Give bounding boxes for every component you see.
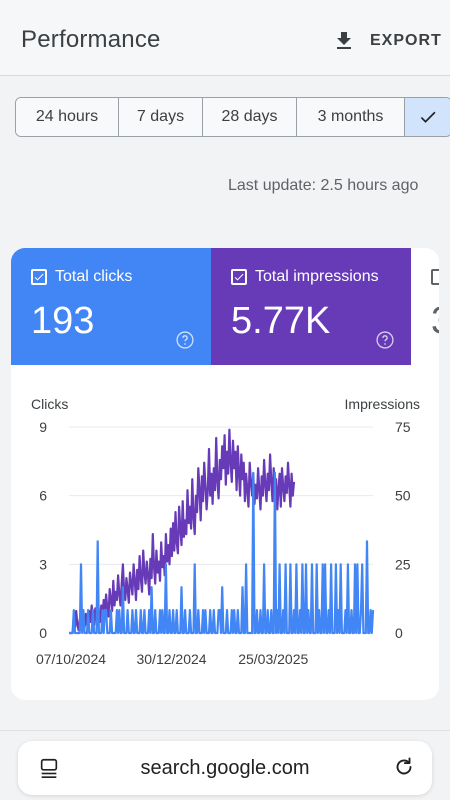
clicks-checkbox[interactable] (31, 269, 47, 285)
performance-card: Total clicks 193 Total impressions 5.77K… (11, 248, 439, 700)
right-tick-label: 75 (395, 419, 411, 435)
impressions-checkbox[interactable] (231, 269, 247, 285)
range-24-hours[interactable]: 24 hours (16, 98, 119, 136)
metric-value: 193 (31, 300, 95, 342)
x-tick-label: 25/03/2025 (238, 651, 308, 667)
browser-url-bar[interactable]: search.google.com (18, 741, 432, 795)
left-tick-label: 3 (39, 556, 47, 572)
check-icon (34, 273, 44, 281)
left-axis-label: Clicks (31, 396, 68, 412)
date-range-selector: 24 hours 7 days 28 days 3 months (15, 97, 450, 137)
metric-label: Total clicks (55, 268, 133, 285)
help-icon[interactable] (175, 330, 195, 350)
x-tick-label: 30/12/2024 (136, 651, 206, 667)
export-label: EXPORT (370, 32, 442, 49)
range-custom-selected[interactable] (405, 98, 450, 136)
last-update-text: Last update: 2.5 hours ago (228, 177, 419, 194)
metric-value: 3 (431, 300, 439, 343)
left-tick-label: 9 (39, 419, 47, 435)
series-line-clicks (69, 471, 375, 635)
download-icon (337, 32, 351, 49)
left-tick-label: 0 (39, 625, 47, 641)
metric-total-impressions[interactable]: Total impressions 5.77K (211, 248, 411, 365)
metric-label: Total impressions (255, 268, 379, 285)
app-header: Performance EXPORT (0, 0, 450, 76)
x-tick-label: 07/10/2024 (36, 651, 106, 667)
range-28-days[interactable]: 28 days (203, 98, 297, 136)
range-3-months[interactable]: 3 months (297, 98, 405, 136)
divider (0, 730, 450, 731)
metric-value: 5.77K (231, 300, 331, 342)
right-tick-label: 25 (395, 556, 411, 572)
url-text[interactable]: search.google.com (18, 757, 432, 780)
range-7-days[interactable]: 7 days (119, 98, 203, 136)
right-axis-label: Impressions (345, 396, 420, 412)
check-icon (234, 273, 244, 281)
check-icon (420, 111, 436, 123)
performance-chart: Clicks Impressions 9 75 6 50 3 25 0 0 07/10/2024 30… (31, 396, 420, 667)
right-tick-label: 50 (395, 488, 411, 504)
next-metric-checkbox[interactable] (431, 269, 439, 285)
page-title: Performance (21, 26, 161, 53)
help-icon[interactable] (375, 330, 395, 350)
reload-icon[interactable] (392, 755, 416, 779)
left-tick-label: 6 (39, 488, 47, 504)
right-tick-label: 0 (395, 625, 403, 641)
export-button[interactable]: EXPORT (332, 26, 442, 56)
metric-next-partial[interactable]: 3 (411, 248, 439, 365)
metric-total-clicks[interactable]: Total clicks 193 (11, 248, 211, 365)
